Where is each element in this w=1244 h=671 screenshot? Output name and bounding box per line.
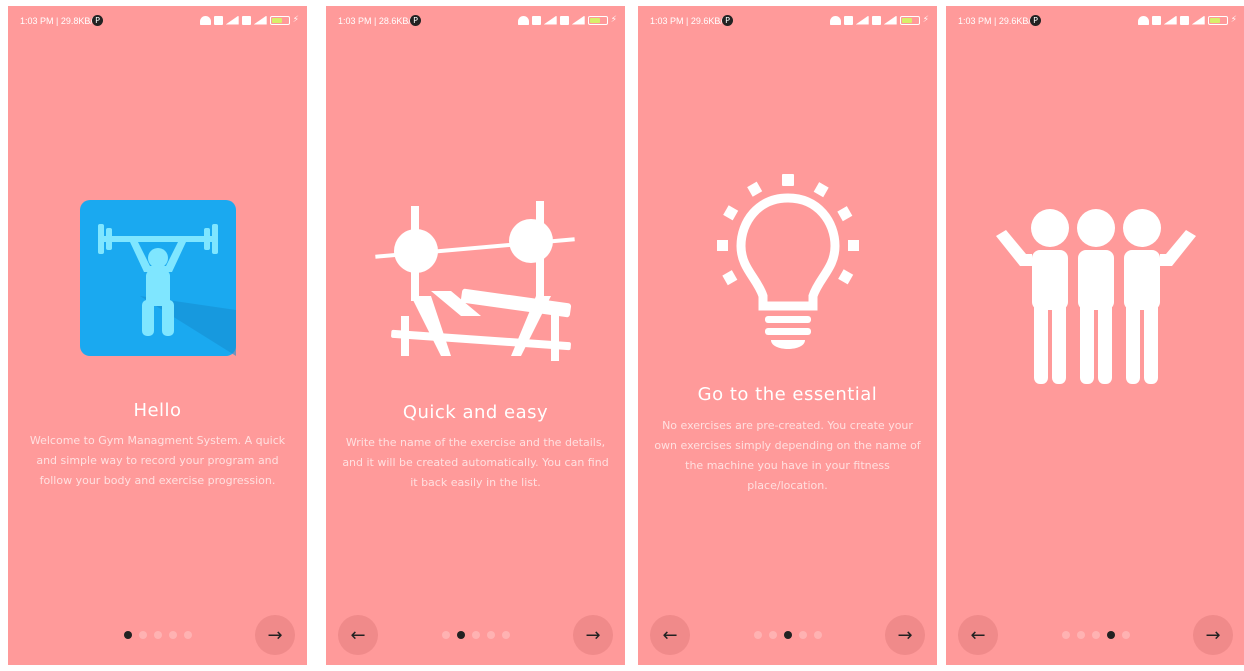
page-dot <box>768 631 777 639</box>
battery-icon <box>1207 15 1228 25</box>
page-dot <box>456 631 465 639</box>
charging-icon: ⚡ <box>1230 15 1237 25</box>
status-bar: 1:03 PM | 29.6KB/s P ⚡ <box>638 12 937 34</box>
signal-icon <box>883 15 897 25</box>
screen-title: Go to the essential <box>697 384 878 405</box>
signal-icon <box>253 15 267 25</box>
status-icons: ⚡ <box>199 15 299 25</box>
next-button[interactable]: → <box>573 615 613 655</box>
arrow-right-icon: → <box>585 624 601 646</box>
status-bar: 1:03 PM | 29.8KB/s P ⚡ <box>8 12 307 34</box>
next-button[interactable]: → <box>885 615 925 655</box>
signal-icon <box>1163 15 1177 25</box>
page-dot <box>486 631 495 639</box>
sim-icon <box>1179 15 1189 25</box>
page-dot <box>183 631 192 639</box>
avatar-icon: P <box>1030 15 1041 26</box>
screen-description: No exercises are pre-created. You create… <box>654 419 921 492</box>
arrow-right-icon: → <box>897 624 913 646</box>
avatar-icon: P <box>410 15 421 26</box>
status-time: 1:03 PM | 29.6KB/s <box>958 16 1036 26</box>
screen-title: Quick and easy <box>402 402 549 423</box>
bench-press-icon <box>374 201 575 361</box>
wifi-icon <box>829 15 841 25</box>
sim-icon <box>871 15 881 25</box>
charging-icon: ⚡ <box>610 15 617 25</box>
page-dot <box>168 631 177 639</box>
battery-icon <box>269 15 290 25</box>
page-dot <box>1121 631 1130 639</box>
page-dot <box>153 631 162 639</box>
next-button[interactable]: → <box>255 615 295 655</box>
page-dot <box>501 631 510 639</box>
status-icons: ⚡ <box>1137 15 1237 25</box>
status-bar: 1:03 PM | 28.6KB/s P ⚡ <box>326 12 625 34</box>
page-dot <box>441 631 450 639</box>
status-icons: ⚡ <box>517 15 617 25</box>
signal-icon <box>543 15 557 25</box>
page-dot <box>138 631 147 639</box>
page-dot <box>753 631 762 639</box>
page-dot <box>1061 631 1070 639</box>
page-dot <box>798 631 807 639</box>
page-dot <box>471 631 480 639</box>
next-button[interactable]: → <box>1193 615 1233 655</box>
screen-title: Hello <box>133 400 182 421</box>
page-dot <box>123 631 132 639</box>
status-icons: ⚡ <box>829 15 929 25</box>
status-time: 1:03 PM | 28.6KB/s <box>338 16 416 26</box>
sim-icon <box>241 15 251 25</box>
battery-icon <box>587 15 608 25</box>
sim-icon <box>559 15 569 25</box>
onboarding-screen-quick-easy: 1:03 PM | 28.6KB/s P ⚡ Quick and easy Wr… <box>326 6 625 665</box>
signal-icon <box>1191 15 1205 25</box>
signal-icon <box>571 15 585 25</box>
onboarding-screen-essential: 1:03 PM | 29.6KB/s P ⚡ Go to the essenti… <box>638 6 937 665</box>
page-dot <box>1106 631 1115 639</box>
sim-icon <box>1151 15 1161 25</box>
wifi-icon <box>517 15 529 25</box>
page-dot <box>1091 631 1100 639</box>
battery-icon <box>899 15 920 25</box>
app-logo-icon <box>79 200 236 356</box>
arrow-right-icon: → <box>267 624 283 646</box>
group-of-people-icon <box>995 209 1196 384</box>
status-bar: 1:03 PM | 29.6KB/s P ⚡ <box>946 12 1244 34</box>
sim-icon <box>531 15 541 25</box>
avatar-icon: P <box>722 15 733 26</box>
status-time: 1:03 PM | 29.6KB/s <box>650 16 728 26</box>
charging-icon: ⚡ <box>922 15 929 25</box>
page-dot <box>1076 631 1085 639</box>
page-dot <box>813 631 822 639</box>
sim-icon <box>843 15 853 25</box>
wifi-icon <box>199 15 211 25</box>
page-dot <box>783 631 792 639</box>
signal-icon <box>855 15 869 25</box>
onboarding-screen-hello: 1:03 PM | 29.8KB/s P ⚡ Hello Welcome to … <box>8 6 307 665</box>
arrow-right-icon: → <box>1205 624 1221 646</box>
wifi-icon <box>1137 15 1149 25</box>
screen-description: Welcome to Gym Managment System. A quick… <box>29 434 286 487</box>
screen-description: Write the name of the exercise and the d… <box>342 436 609 489</box>
lightbulb-icon <box>716 174 859 349</box>
sim-icon <box>213 15 223 25</box>
charging-icon: ⚡ <box>292 15 299 25</box>
signal-icon <box>225 15 239 25</box>
onboarding-screen-community: 1:03 PM | 29.6KB/s P ⚡ ← → <box>946 6 1244 665</box>
avatar-icon: P <box>92 15 103 26</box>
status-time: 1:03 PM | 29.8KB/s <box>20 16 98 26</box>
